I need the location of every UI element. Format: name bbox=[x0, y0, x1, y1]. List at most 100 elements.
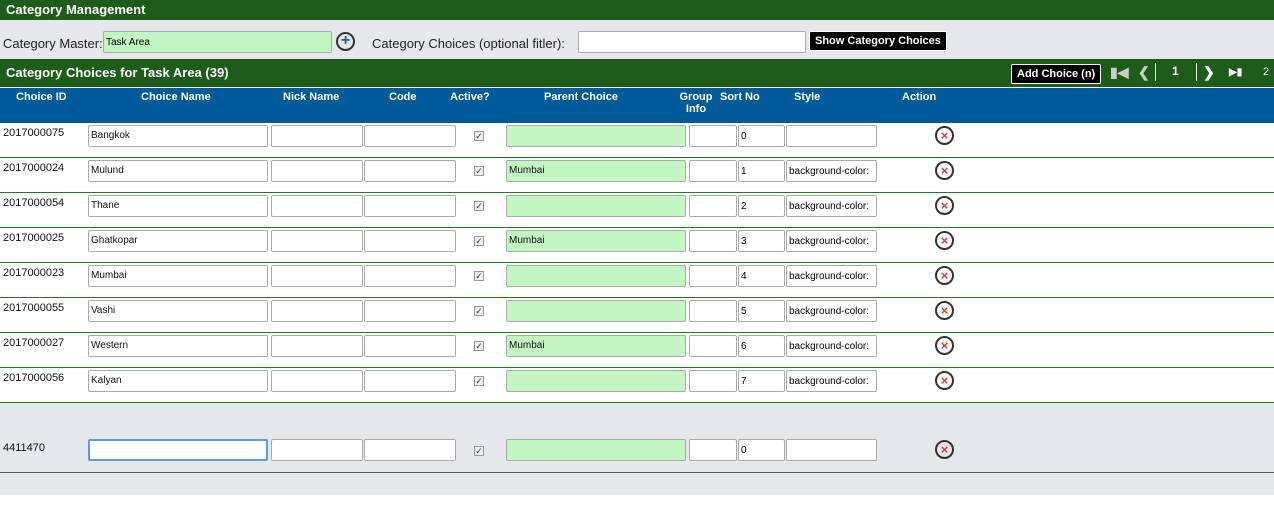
code-input[interactable] bbox=[364, 160, 456, 182]
sort-no-input[interactable] bbox=[738, 195, 785, 217]
add-master-icon[interactable]: + bbox=[336, 32, 355, 51]
parent-choice-input[interactable] bbox=[506, 125, 686, 147]
delete-icon[interactable]: × bbox=[935, 440, 954, 459]
parent-choice-input[interactable] bbox=[506, 300, 686, 322]
parent-choice-input[interactable]: Mumbai bbox=[506, 335, 686, 357]
choice-id: 2017000027 bbox=[3, 337, 65, 349]
delete-icon[interactable]: × bbox=[935, 161, 954, 180]
delete-icon[interactable]: × bbox=[935, 371, 954, 390]
group-info-input[interactable] bbox=[689, 195, 737, 217]
code-input[interactable] bbox=[364, 125, 456, 147]
table-row: 2017000054 Thane ✓ × bbox=[0, 193, 1274, 228]
sort-no-input[interactable] bbox=[738, 160, 785, 182]
parent-choice-input[interactable]: Mumbai bbox=[506, 160, 686, 182]
active-checkbox[interactable]: ✓ bbox=[474, 271, 484, 281]
last-page-icon[interactable]: ▶▮ bbox=[1229, 67, 1242, 78]
group-info-input[interactable] bbox=[689, 335, 737, 357]
table-row: 2017000055 Vashi ✓ × bbox=[0, 298, 1274, 333]
delete-icon[interactable]: × bbox=[935, 336, 954, 355]
choice-name-input[interactable]: Thane bbox=[88, 195, 268, 217]
sort-no-input[interactable] bbox=[738, 439, 785, 461]
col-active: Active? bbox=[450, 91, 490, 103]
choice-name-input[interactable]: Vashi bbox=[88, 300, 268, 322]
col-parent-choice: Parent Choice bbox=[544, 91, 618, 103]
active-checkbox[interactable]: ✓ bbox=[474, 236, 484, 246]
parent-choice-input[interactable] bbox=[506, 265, 686, 287]
group-info-input[interactable] bbox=[689, 370, 737, 392]
category-master-input[interactable] bbox=[103, 31, 332, 53]
nick-name-input[interactable] bbox=[271, 335, 363, 357]
group-info-input[interactable] bbox=[689, 439, 737, 461]
first-page-icon[interactable]: ▮◀ bbox=[1110, 64, 1128, 81]
parent-choice-input[interactable] bbox=[506, 439, 686, 461]
style-input[interactable] bbox=[786, 335, 877, 357]
code-input[interactable] bbox=[364, 439, 456, 461]
sort-no-input[interactable] bbox=[738, 370, 785, 392]
prev-page-icon[interactable]: ❮ bbox=[1138, 64, 1150, 81]
style-input[interactable] bbox=[786, 195, 877, 217]
delete-icon[interactable]: × bbox=[935, 301, 954, 320]
nick-name-input[interactable] bbox=[271, 370, 363, 392]
choice-name-input[interactable]: Bangkok bbox=[88, 125, 268, 147]
parent-choice-input[interactable] bbox=[506, 195, 686, 217]
code-input[interactable] bbox=[364, 335, 456, 357]
active-checkbox[interactable]: ✓ bbox=[474, 131, 484, 141]
choice-name-input[interactable]: Kalyan bbox=[88, 370, 268, 392]
active-checkbox[interactable]: ✓ bbox=[474, 306, 484, 316]
nick-name-input[interactable] bbox=[271, 439, 363, 461]
style-input[interactable] bbox=[786, 265, 877, 287]
parent-choice-input[interactable]: Mumbai bbox=[506, 230, 686, 252]
choice-name-input[interactable]: Western bbox=[88, 335, 268, 357]
nick-name-input[interactable] bbox=[271, 265, 363, 287]
sort-no-input[interactable] bbox=[738, 265, 785, 287]
style-input[interactable] bbox=[786, 230, 877, 252]
choice-name-input[interactable]: Mumbai bbox=[88, 265, 268, 287]
delete-icon[interactable]: × bbox=[935, 231, 954, 250]
group-info-input[interactable] bbox=[689, 265, 737, 287]
nick-name-input[interactable] bbox=[271, 300, 363, 322]
sort-no-input[interactable] bbox=[738, 300, 785, 322]
nick-name-input[interactable] bbox=[271, 230, 363, 252]
code-input[interactable] bbox=[364, 265, 456, 287]
divider bbox=[1155, 63, 1156, 81]
nick-name-input[interactable] bbox=[271, 125, 363, 147]
code-input[interactable] bbox=[364, 300, 456, 322]
code-input[interactable] bbox=[364, 370, 456, 392]
choice-name-input[interactable] bbox=[88, 439, 268, 461]
sort-no-input[interactable] bbox=[738, 125, 785, 147]
sort-no-input[interactable] bbox=[738, 230, 785, 252]
delete-icon[interactable]: × bbox=[935, 196, 954, 215]
group-info-input[interactable] bbox=[689, 300, 737, 322]
nick-name-input[interactable] bbox=[271, 160, 363, 182]
parent-choice-input[interactable] bbox=[506, 370, 686, 392]
next-page-icon[interactable]: ❯ bbox=[1203, 64, 1215, 81]
col-nick-name: Nick Name bbox=[283, 91, 340, 103]
category-choices-filter-input[interactable] bbox=[578, 31, 806, 53]
active-checkbox[interactable]: ✓ bbox=[474, 341, 484, 351]
add-choice-button[interactable]: Add Choice (n) bbox=[1011, 64, 1102, 84]
choice-name-input[interactable]: Mulund bbox=[88, 160, 268, 182]
active-checkbox[interactable]: ✓ bbox=[474, 166, 484, 176]
code-input[interactable] bbox=[364, 230, 456, 252]
delete-icon[interactable]: × bbox=[935, 126, 954, 145]
choice-name-input[interactable]: Ghatkopar bbox=[88, 230, 268, 252]
group-info-input[interactable] bbox=[689, 125, 737, 147]
style-input[interactable] bbox=[786, 160, 877, 182]
style-input[interactable] bbox=[786, 370, 877, 392]
style-input[interactable] bbox=[786, 300, 877, 322]
table-row: 2017000056 Kalyan ✓ × bbox=[0, 368, 1274, 403]
category-choices-label: Category Choices (optional fitler): bbox=[372, 36, 565, 51]
group-info-input[interactable] bbox=[689, 160, 737, 182]
delete-icon[interactable]: × bbox=[935, 266, 954, 285]
nick-name-input[interactable] bbox=[271, 195, 363, 217]
active-checkbox[interactable]: ✓ bbox=[474, 201, 484, 211]
group-info-input[interactable] bbox=[689, 230, 737, 252]
active-checkbox[interactable]: ✓ bbox=[474, 376, 484, 386]
style-input[interactable] bbox=[786, 439, 877, 461]
new-choice-row: 4411470 ✓ × bbox=[0, 403, 1274, 473]
code-input[interactable] bbox=[364, 195, 456, 217]
show-category-choices-button[interactable]: Show Category Choices bbox=[809, 31, 947, 51]
style-input[interactable] bbox=[786, 125, 877, 147]
active-checkbox[interactable]: ✓ bbox=[474, 446, 484, 456]
sort-no-input[interactable] bbox=[738, 335, 785, 357]
